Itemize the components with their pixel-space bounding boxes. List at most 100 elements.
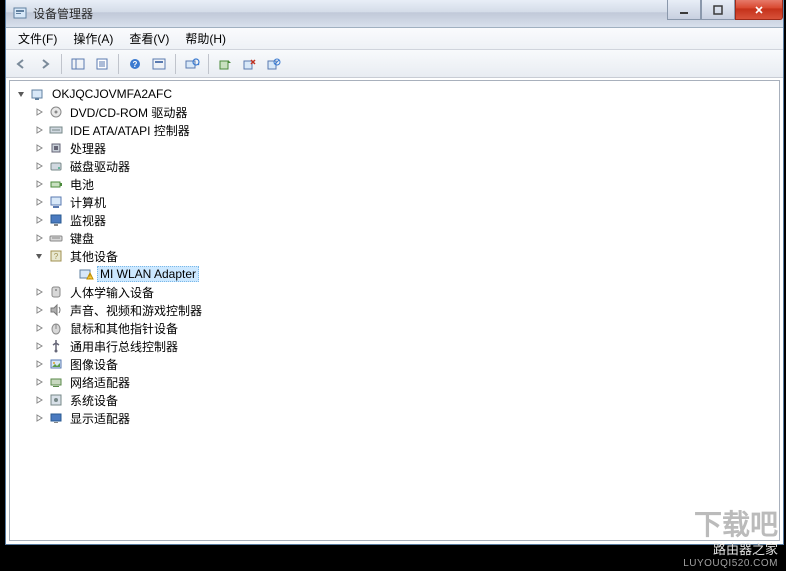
nav-back-button[interactable]	[10, 53, 32, 75]
tree-label: 网络适配器	[67, 373, 133, 392]
tree-node[interactable]: 监视器	[10, 211, 779, 229]
tree-label: 图像设备	[67, 355, 121, 374]
footer-sub: LUYOUQI520.COM	[683, 558, 778, 569]
footer-branding: 路由器之家 LUYOUQI520.COM	[683, 539, 778, 569]
system-icon	[48, 392, 64, 408]
uninstall-button[interactable]	[238, 53, 260, 75]
computer-icon	[30, 86, 46, 102]
sound-icon	[48, 302, 64, 318]
tree-node[interactable]: 声音、视频和游戏控制器	[10, 301, 779, 319]
titlebar[interactable]: 设备管理器	[6, 0, 783, 28]
tree-label: OKJQCJOVMFA2AFC	[49, 86, 175, 102]
disable-button[interactable]	[262, 53, 284, 75]
separator	[175, 54, 176, 74]
action-button[interactable]	[148, 53, 170, 75]
svg-text:?: ?	[133, 60, 138, 69]
tree-node[interactable]: DVD/CD-ROM 驱动器	[10, 103, 779, 121]
computer-icon	[48, 194, 64, 210]
show-hide-tree-button[interactable]	[67, 53, 89, 75]
toolbar: ?	[6, 50, 783, 78]
tree-node[interactable]: 通用串行总线控制器	[10, 337, 779, 355]
collapse-icon[interactable]	[16, 89, 26, 99]
tree-label: 其他设备	[67, 247, 121, 266]
tree-root[interactable]: OKJQCJOVMFA2AFC	[10, 85, 779, 103]
monitor-icon	[48, 212, 64, 228]
expand-icon[interactable]	[34, 233, 44, 243]
tree-content[interactable]: OKJQCJOVMFA2AFCDVD/CD-ROM 驱动器IDE ATA/ATA…	[9, 80, 780, 541]
tree-node[interactable]: 显示适配器	[10, 409, 779, 427]
expand-icon[interactable]	[34, 395, 44, 405]
expand-icon[interactable]	[34, 287, 44, 297]
menu-view[interactable]: 查看(V)	[121, 27, 177, 50]
tree-node[interactable]: 电池	[10, 175, 779, 193]
display-icon	[48, 410, 64, 426]
tree-node[interactable]: 人体学输入设备	[10, 283, 779, 301]
cpu-icon	[48, 140, 64, 156]
tree-label: 计算机	[67, 193, 109, 212]
expand-icon[interactable]	[34, 215, 44, 225]
expand-icon[interactable]	[34, 323, 44, 333]
collapse-icon[interactable]	[34, 251, 44, 261]
expand-icon[interactable]	[34, 341, 44, 351]
battery-icon	[48, 176, 64, 192]
scan-hardware-button[interactable]	[181, 53, 203, 75]
expand-icon[interactable]	[34, 125, 44, 135]
tree-node[interactable]: 鼠标和其他指针设备	[10, 319, 779, 337]
expand-icon[interactable]	[34, 359, 44, 369]
tree-label: DVD/CD-ROM 驱动器	[67, 103, 190, 122]
properties-button[interactable]	[91, 53, 113, 75]
menubar: 文件(F) 操作(A) 查看(V) 帮助(H)	[6, 28, 783, 50]
tree-node[interactable]: 系统设备	[10, 391, 779, 409]
maximize-button[interactable]	[701, 0, 735, 20]
expand-icon[interactable]	[34, 179, 44, 189]
menu-help[interactable]: 帮助(H)	[177, 27, 234, 50]
tree-label: 系统设备	[67, 391, 121, 410]
tree-child-node[interactable]: !MI WLAN Adapter	[10, 265, 779, 283]
keyboard-icon	[48, 230, 64, 246]
separator	[208, 54, 209, 74]
window-title: 设备管理器	[33, 5, 93, 22]
tree-node[interactable]: 键盘	[10, 229, 779, 247]
other-icon: ?	[48, 248, 64, 264]
tree-node[interactable]: ? 其他设备	[10, 247, 779, 265]
expand-icon[interactable]	[34, 143, 44, 153]
tree-node[interactable]: IDE ATA/ATAPI 控制器	[10, 121, 779, 139]
tree-node[interactable]: 网络适配器	[10, 373, 779, 391]
tree-label: 处理器	[67, 139, 109, 158]
minimize-button[interactable]	[667, 0, 701, 20]
tree-label: 人体学输入设备	[67, 283, 157, 302]
expand-icon[interactable]	[34, 413, 44, 423]
tree-label: 声音、视频和游戏控制器	[67, 301, 205, 320]
help-button[interactable]: ?	[124, 53, 146, 75]
disc-icon	[48, 104, 64, 120]
expand-icon[interactable]	[34, 377, 44, 387]
expand-icon[interactable]	[34, 161, 44, 171]
tree-label: 鼠标和其他指针设备	[67, 319, 181, 338]
tree-node[interactable]: 磁盘驱动器	[10, 157, 779, 175]
warning-icon: !	[78, 266, 94, 282]
tree-label: 电池	[67, 175, 97, 194]
tree-node[interactable]: 处理器	[10, 139, 779, 157]
svg-text:?: ?	[54, 252, 59, 261]
expand-icon[interactable]	[34, 305, 44, 315]
tree-node[interactable]: 计算机	[10, 193, 779, 211]
update-driver-button[interactable]	[214, 53, 236, 75]
hid-icon	[48, 284, 64, 300]
mouse-icon	[48, 320, 64, 336]
close-button[interactable]	[735, 0, 783, 20]
menu-file[interactable]: 文件(F)	[10, 27, 65, 50]
expand-icon[interactable]	[34, 107, 44, 117]
usb-icon	[48, 338, 64, 354]
menu-action[interactable]: 操作(A)	[65, 27, 121, 50]
tree-label: 监视器	[67, 211, 109, 230]
disk-icon	[48, 158, 64, 174]
nav-forward-button[interactable]	[34, 53, 56, 75]
tree-node[interactable]: 图像设备	[10, 355, 779, 373]
separator	[61, 54, 62, 74]
tree-label: 通用串行总线控制器	[67, 337, 181, 356]
device-manager-window: 设备管理器 文件(F) 操作(A) 查看(V) 帮助(H) ? OKJQCJOV…	[5, 0, 784, 545]
expand-icon[interactable]	[34, 197, 44, 207]
device-tree: OKJQCJOVMFA2AFCDVD/CD-ROM 驱动器IDE ATA/ATA…	[10, 85, 779, 427]
tree-label: IDE ATA/ATAPI 控制器	[67, 121, 193, 140]
separator	[118, 54, 119, 74]
